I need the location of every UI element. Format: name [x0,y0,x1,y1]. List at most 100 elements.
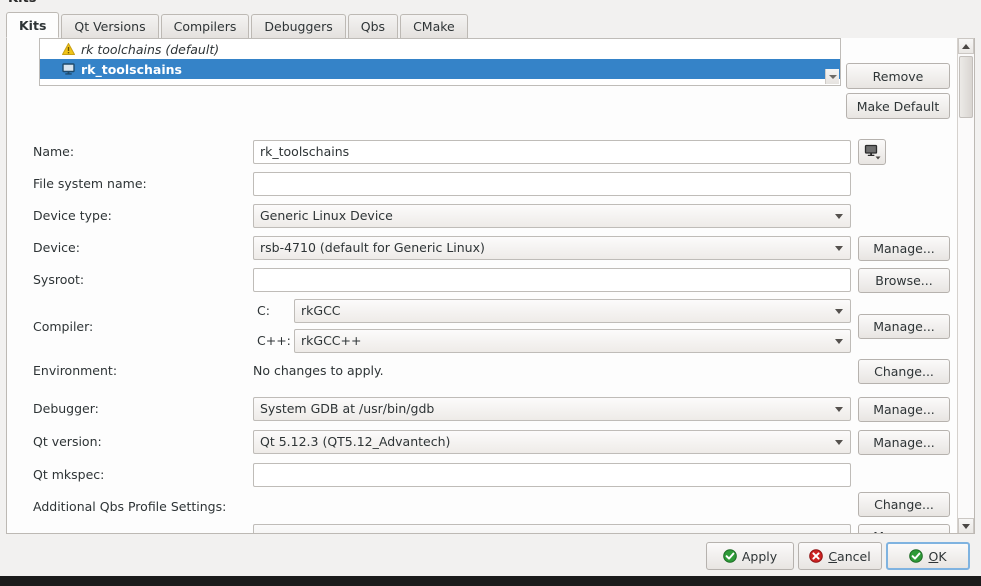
chevron-down-icon [835,246,843,251]
chevron-down-icon [835,309,843,314]
qt-version-value: Qt 5.12.3 (QT5.12_Advantech) [260,434,451,449]
sysroot-browse-button[interactable]: Browse... [858,268,950,293]
compiler-cpp-combobox[interactable]: rkGCC++ [294,329,851,353]
tab-qt-versions[interactable]: Qt Versions [61,14,159,38]
qt-version-combobox[interactable]: Qt 5.12.3 (QT5.12_Advantech) [253,430,851,454]
chevron-down-icon [828,74,837,79]
environment-label: Environment: [33,363,118,378]
tab-debuggers[interactable]: Debuggers [251,14,346,38]
desktop-monitor-icon [864,144,880,160]
remove-button[interactable]: Remove [846,63,950,89]
panel-vertical-scrollbar[interactable] [957,38,974,533]
chevron-down-icon [835,440,843,445]
dialog-button-bar: Apply Cancel OK [0,542,981,572]
device-type-combobox[interactable]: Generic Linux Device [253,204,851,228]
chevron-down-icon [962,523,970,529]
scrollbar-thumb[interactable] [959,56,973,118]
ok-button-label: K [938,548,947,564]
kit-icon-button[interactable] [858,139,886,165]
list-item[interactable]: rk toolchains (default) [40,39,840,59]
cmake-tool-manage-label: Manage... [873,529,935,533]
check-circle-icon [909,549,924,563]
environment-change-button[interactable]: Change... [858,359,950,384]
apply-button-label: Apply [741,548,778,564]
compiler-c-label: C: [257,303,270,318]
compiler-c-combobox[interactable]: rkGCC [294,299,851,323]
qt-mkspec-input[interactable] [253,463,851,487]
make-default-button[interactable]: Make Default [846,93,950,119]
device-label: Device: [33,240,80,255]
compiler-manage-button[interactable]: Manage... [858,314,950,339]
compiler-c-value: rkGCC [301,303,341,318]
debugger-manage-label: Manage... [873,402,935,417]
tab-debuggers-label: Debuggers [264,19,333,34]
debugger-value: System GDB at /usr/bin/gdb [260,401,435,416]
name-input[interactable]: rk_toolschains [253,140,851,164]
list-item-label: rk toolchains (default) [81,41,220,57]
file-system-name-input[interactable] [253,172,851,196]
page-title: Kits [8,0,36,6]
check-circle-icon [723,549,737,563]
device-value: rsb-4710 (default for Generic Linux) [260,240,485,255]
tab-qbs[interactable]: Qbs [347,14,399,38]
remove-button-label: Remove [872,68,924,84]
compiler-cpp-value: rkGCC++ [301,333,362,348]
warning-triangle-icon [62,43,75,55]
kit-list[interactable]: rk toolchains (default) rk_toolschains [39,38,841,86]
kits-options-dialog: Kits Kits Qt Versions Compilers Debugger… [0,0,981,586]
cancel-button-accel: C [828,548,838,564]
sysroot-label: Sysroot: [33,272,85,287]
tab-kits-label: Kits [19,17,47,33]
chevron-down-icon [835,214,843,219]
qt-version-manage-button[interactable]: Manage... [858,430,950,455]
device-manage-label: Manage... [873,241,935,256]
list-item-label: rk_toolschains [81,61,182,77]
tab-kits[interactable]: Kits [6,12,60,38]
device-combobox[interactable]: rsb-4710 (default for Generic Linux) [253,236,851,260]
debugger-manage-button[interactable]: Manage... [858,397,950,422]
window-bottom-edge [0,576,981,586]
kit-list-scroll-down-button[interactable] [825,69,839,84]
apply-button[interactable]: Apply [706,542,794,570]
ok-button[interactable]: OK [886,542,970,570]
file-system-name-label: File system name: [33,176,147,191]
chevron-up-icon [962,43,970,49]
qbs-profile-change-label: Change... [874,497,934,512]
close-circle-icon [809,549,824,563]
sysroot-browse-label: Browse... [875,273,933,288]
cmake-tool-combobox[interactable] [253,524,851,533]
scroll-up-button[interactable] [958,38,974,54]
list-item[interactable]: rk_toolschains [40,59,840,79]
tab-compilers[interactable]: Compilers [160,14,250,38]
chevron-down-icon [835,407,843,412]
device-type-label: Device type: [33,208,112,223]
ok-button-accel: O [928,548,939,564]
qbs-profile-settings-label: Additional Qbs Profile Settings: [33,499,227,514]
kits-panel: rk toolchains (default) rk_toolschains R… [6,38,975,534]
qt-version-manage-label: Manage... [873,435,935,450]
environment-value: No changes to apply. [253,363,384,378]
chevron-down-icon [835,339,843,344]
cmake-tool-manage-button[interactable]: Manage... [858,524,950,533]
tab-cmake[interactable]: CMake [400,14,468,38]
tab-compilers-label: Compilers [173,19,237,34]
environment-change-label: Change... [874,364,934,379]
device-manage-button[interactable]: Manage... [858,236,950,261]
qt-version-label: Qt version: [33,434,102,449]
desktop-monitor-icon [62,63,75,75]
debugger-label: Debugger: [33,401,99,416]
scroll-down-button[interactable] [958,518,974,533]
compiler-manage-label: Manage... [873,319,935,334]
qbs-profile-change-button[interactable]: Change... [858,492,950,517]
device-type-value: Generic Linux Device [260,208,393,223]
make-default-button-label: Make Default [856,98,940,114]
debugger-combobox[interactable]: System GDB at /usr/bin/gdb [253,397,851,421]
compiler-cpp-label: C++: [257,333,291,348]
qt-mkspec-label: Qt mkspec: [33,467,105,482]
sysroot-input[interactable] [253,268,851,292]
name-label: Name: [33,144,75,159]
cancel-button[interactable]: Cancel [798,542,882,570]
tab-qbs-label: Qbs [360,19,386,34]
compiler-label: Compiler: [33,319,94,334]
tab-bar: Kits Qt Versions Compilers Debuggers Qbs… [6,12,975,39]
